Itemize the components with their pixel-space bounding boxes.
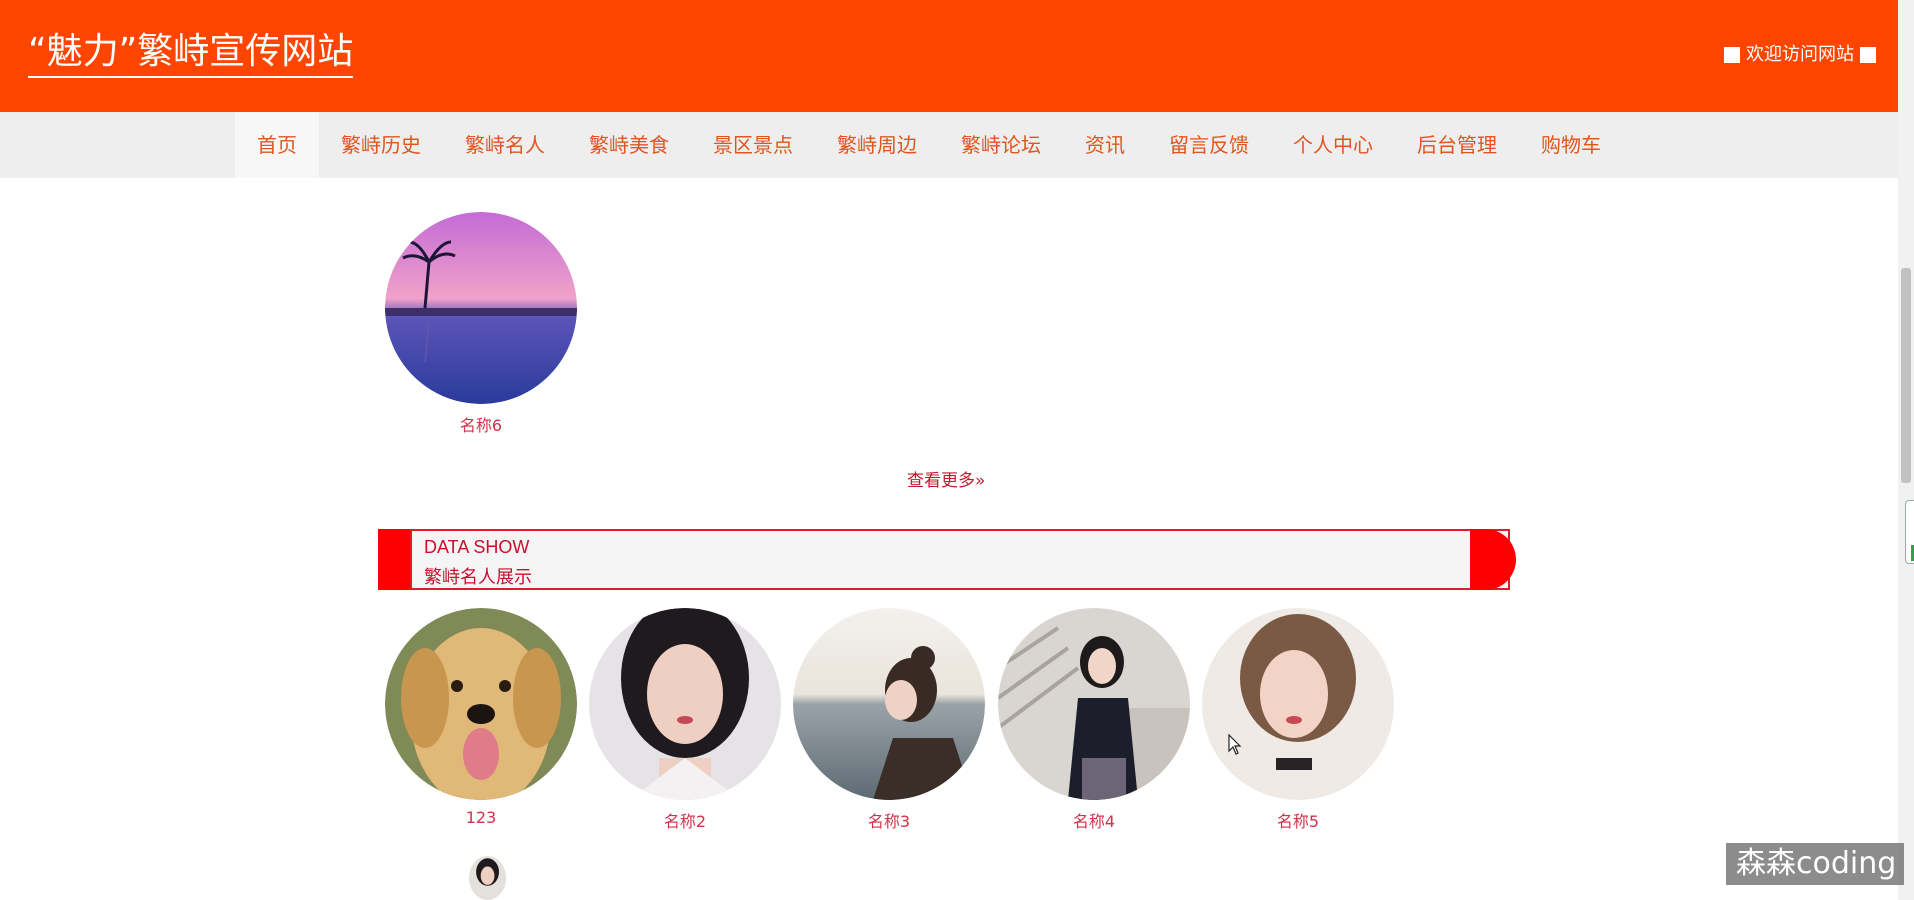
card-label[interactable]: 123 <box>385 808 577 827</box>
view-more-link[interactable]: 查看更多» <box>907 466 985 491</box>
celebrity-card-partial[interactable] <box>395 856 587 900</box>
scrollbar[interactable] <box>1898 0 1914 900</box>
nav-item-scenic-spots[interactable]: 景区景点 <box>691 112 815 178</box>
woman-portrait-photo[interactable] <box>589 608 781 800</box>
section-title-cn: 繁峙名人展示 <box>424 567 532 588</box>
celebrity-card[interactable]: 名称5 <box>1202 608 1394 832</box>
nav-item-forum[interactable]: 繁峙论坛 <box>939 112 1063 178</box>
celebrity-card[interactable]: 123 <box>385 608 577 827</box>
section-header-box: DATA SHOW 繁峙名人展示 <box>410 529 1510 590</box>
nav-item-history[interactable]: 繁峙历史 <box>319 112 443 178</box>
woman-portrait-photo[interactable] <box>395 856 587 900</box>
section-title-en: DATA SHOW <box>424 537 530 557</box>
celebrity-card[interactable]: 名称2 <box>589 608 781 832</box>
watermark: 森森coding <box>1726 843 1904 885</box>
sunset-palm-beach-photo[interactable] <box>385 212 577 404</box>
scenic-card[interactable]: 名称6 <box>385 212 577 436</box>
welcome-area: 欢迎访问网站 <box>1724 44 1876 66</box>
girl-on-stairs-photo[interactable] <box>998 608 1190 800</box>
celebrity-card[interactable]: 名称3 <box>793 608 985 832</box>
double-chevron-right-icon: » <box>975 471 986 491</box>
view-more-label[interactable]: 查看更多 <box>907 471 975 491</box>
site-header: “魅力”繁峙宣传网站 欢迎访问网站 <box>0 0 1898 112</box>
square-icon <box>1860 47 1876 63</box>
card-label[interactable]: 名称6 <box>385 412 577 436</box>
nav-item-food[interactable]: 繁峙美食 <box>567 112 691 178</box>
scrollbar-thumb[interactable] <box>1901 268 1911 483</box>
nav-item-cart[interactable]: 购物车 <box>1519 112 1623 178</box>
section-header: DATA SHOW 繁峙名人展示 <box>378 529 1516 590</box>
card-label[interactable]: 名称4 <box>998 808 1190 832</box>
welcome-text: 欢迎访问网站 <box>1746 44 1854 65</box>
nav-item-profile[interactable]: 个人中心 <box>1271 112 1395 178</box>
golden-retriever-photo[interactable] <box>385 608 577 800</box>
square-icon <box>1724 47 1740 63</box>
celebrity-card[interactable]: 名称4 <box>998 608 1190 832</box>
nav-item-surroundings[interactable]: 繁峙周边 <box>815 112 939 178</box>
woman-by-sea-photo[interactable] <box>793 608 985 800</box>
card-label[interactable]: 名称3 <box>793 808 985 832</box>
nav-item-feedback[interactable]: 留言反馈 <box>1147 112 1271 178</box>
nav-item-admin[interactable]: 后台管理 <box>1395 112 1519 178</box>
mouse-cursor-icon <box>1228 734 1242 755</box>
woman-short-hair-photo[interactable] <box>1202 608 1394 800</box>
nav-item-celebrities[interactable]: 繁峙名人 <box>443 112 567 178</box>
section-header-accent-left <box>378 529 410 590</box>
site-title[interactable]: “魅力”繁峙宣传网站 <box>28 30 354 78</box>
card-label[interactable]: 名称5 <box>1202 808 1394 832</box>
card-label[interactable]: 名称2 <box>589 808 781 832</box>
side-widget-tab[interactable] <box>1905 500 1914 564</box>
main-nav: 首页 繁峙历史 繁峙名人 繁峙美食 景区景点 繁峙周边 繁峙论坛 资讯 留言反馈… <box>0 112 1898 178</box>
nav-item-news[interactable]: 资讯 <box>1063 112 1147 178</box>
nav-item-home[interactable]: 首页 <box>235 112 319 178</box>
